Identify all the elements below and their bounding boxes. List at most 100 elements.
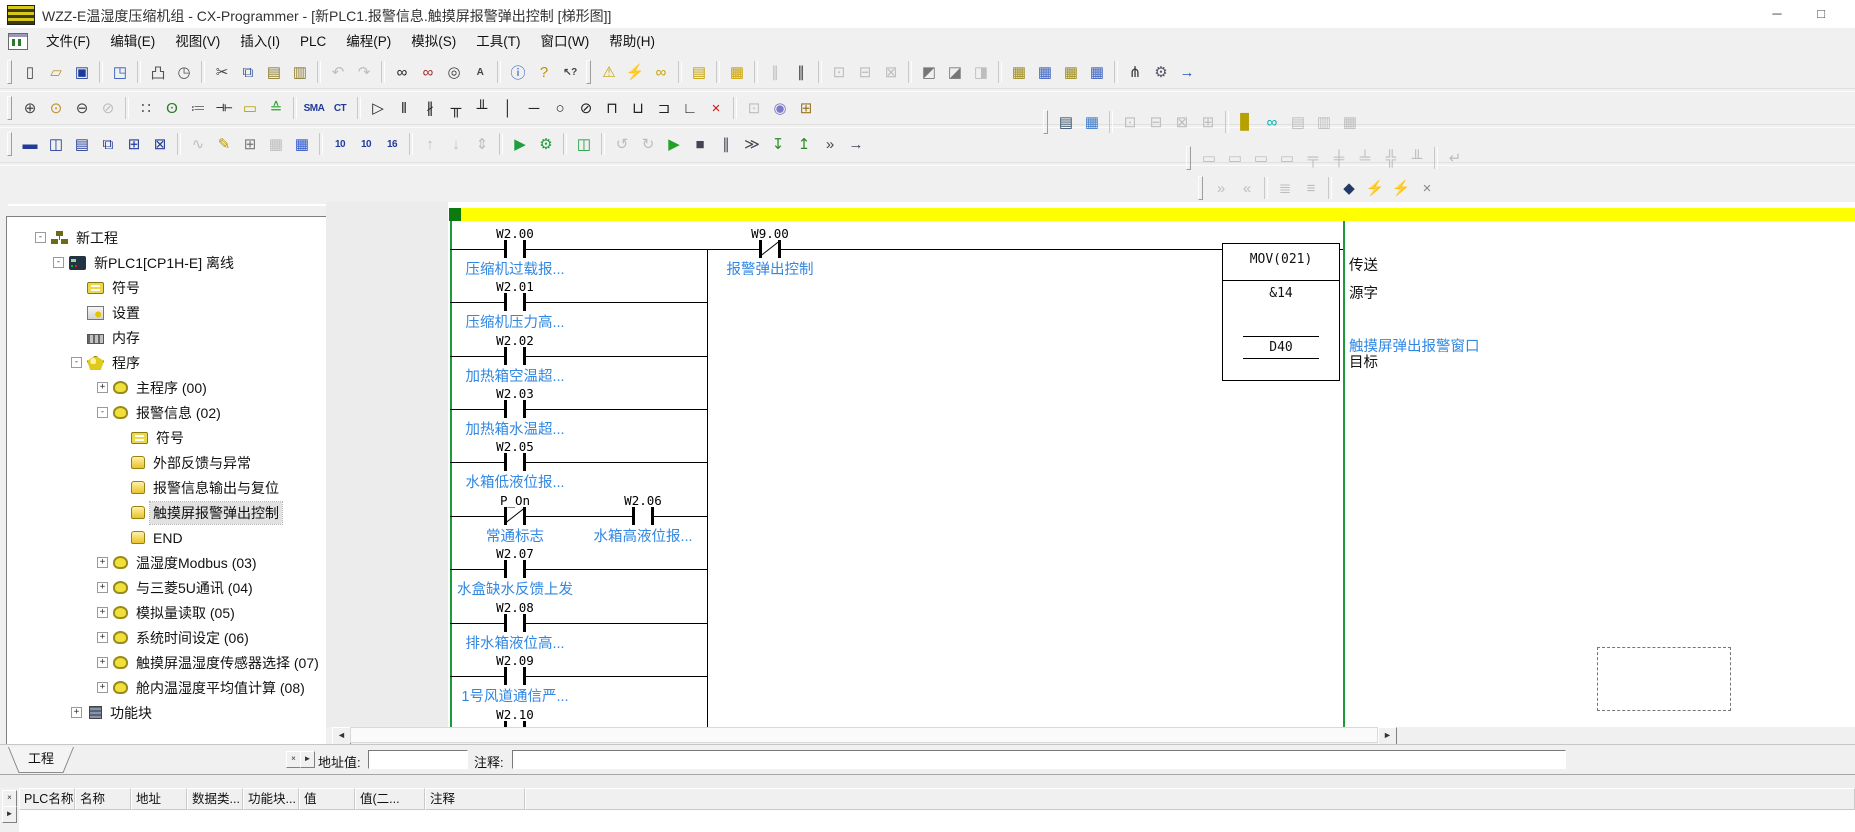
tree-item-7[interactable]: -报警信息 (02) [7, 400, 331, 425]
signed-decimal-view-icon[interactable]: 10 [353, 130, 379, 158]
tree-expand-toggle[interactable]: + [97, 682, 108, 693]
tree-item-19[interactable]: +功能块 [7, 700, 331, 725]
zoom-out-icon[interactable]: ⊖ [69, 94, 95, 122]
tree-item-12[interactable]: END [7, 525, 331, 550]
watch-column-4[interactable]: 功能块... [243, 788, 299, 810]
window-gray-icon[interactable]: ▦ [263, 130, 289, 158]
tree-expand-toggle[interactable]: - [71, 357, 82, 368]
simulator-online-icon[interactable]: ▶ [507, 130, 533, 158]
copy-icon[interactable]: ⧉ [235, 58, 261, 86]
info-icon[interactable]: ⓘ [505, 58, 531, 86]
keyboard-map-icon[interactable]: ▤ [1053, 108, 1079, 136]
mnemonic-view-icon[interactable]: SMA [301, 94, 327, 122]
watch-column-7[interactable]: 注释 [425, 788, 525, 810]
scroll-right-icon[interactable]: ► [1378, 727, 1397, 745]
differ-cancel-icon[interactable]: ⊟ [1143, 108, 1169, 136]
program-check-icon[interactable]: ◳ [107, 58, 133, 86]
close-window-icon[interactable]: ⊠ [147, 130, 173, 158]
tree-expand-toggle[interactable]: - [53, 257, 64, 268]
menu-view[interactable]: 视图(V) [165, 28, 230, 55]
wrap-rung-icon[interactable]: ▭ [237, 94, 263, 122]
online-edit-1-icon[interactable]: ▭ [1196, 144, 1222, 172]
contact-W2.07[interactable] [504, 560, 526, 578]
contact-W2.03[interactable] [504, 400, 526, 418]
tree-item-11[interactable]: 触摸屏报警弹出控制 [7, 500, 331, 525]
menu-tools[interactable]: 工具(T) [466, 28, 530, 55]
watch-column-6[interactable]: 值(二... [355, 788, 425, 810]
contact-or-no-tool-icon[interactable]: ╥ [443, 94, 469, 122]
corner-tool-icon[interactable]: ∟ [677, 94, 703, 122]
online-users-2-icon[interactable]: ◪ [942, 58, 968, 86]
tree-expand-toggle[interactable]: - [97, 407, 108, 418]
pause-icon[interactable]: ∥ [788, 58, 814, 86]
sim-step-icon[interactable]: ≫ [739, 130, 765, 158]
ladder-blocks-icon[interactable]: ▊ [1233, 108, 1259, 136]
tree-item-2[interactable]: 符号 [7, 275, 331, 300]
ladder-canvas[interactable]: W2.00压缩机过载报...W2.01压缩机压力高...W2.02加热箱空温超.… [448, 202, 1855, 727]
tree-expand-toggle[interactable]: + [97, 382, 108, 393]
tree-item-13[interactable]: +温湿度Modbus (03) [7, 550, 331, 575]
instruction-2-tool-icon[interactable]: ⊔ [625, 94, 651, 122]
watch-goggles-icon[interactable]: ∞ [1259, 108, 1285, 136]
decimal-view-icon[interactable]: 10 [327, 130, 353, 158]
print-icon[interactable]: 凸 [145, 58, 171, 86]
contact-W2.06[interactable] [632, 507, 654, 525]
cut-icon[interactable]: ✂ [209, 58, 235, 86]
contact-W2.05[interactable] [504, 453, 526, 471]
install-disc-icon[interactable]: ◉ [767, 94, 793, 122]
zoom-fit-icon[interactable]: ⊘ [95, 94, 121, 122]
sim-fast-forward-icon[interactable]: » [817, 130, 843, 158]
online-edit-3-icon[interactable]: ▭ [1248, 144, 1274, 172]
select-tool-icon[interactable]: ▷ [365, 94, 391, 122]
minimize-button[interactable]: ─ [1755, 0, 1799, 28]
scan-once-icon[interactable]: ↺ [609, 130, 635, 158]
online-users-1-icon[interactable]: ◩ [916, 58, 942, 86]
menu-simulation[interactable]: 模拟(S) [401, 28, 466, 55]
transfer-page-icon[interactable]: ⊡ [741, 94, 767, 122]
zoom-select-icon[interactable]: ⊙ [43, 94, 69, 122]
instruction-3-tool-icon[interactable]: ⊐ [651, 94, 677, 122]
tree-item-17[interactable]: +触摸屏温湿度传感器选择 (07) [7, 650, 331, 675]
symbol-browser-icon[interactable]: ʘ [159, 94, 185, 122]
sim-pause-icon[interactable]: ∥ [713, 130, 739, 158]
zoom-in-icon[interactable]: ⊕ [17, 94, 43, 122]
ct-view-icon[interactable]: CT [327, 94, 353, 122]
find-text-icon[interactable]: A [467, 58, 493, 86]
shift-up-icon[interactable]: ↑ [417, 130, 443, 158]
menu-program[interactable]: 编程(P) [336, 28, 401, 55]
monitor-warning-icon[interactable]: ▦ [724, 58, 750, 86]
addressbar-close-icon[interactable]: × [286, 751, 301, 768]
monitor-1-icon[interactable]: ▤ [1285, 108, 1311, 136]
find-warning-icon[interactable]: ∞ [648, 58, 674, 86]
print-preview-icon[interactable]: ◷ [171, 58, 197, 86]
open-project-icon[interactable]: ▱ [43, 58, 69, 86]
grid-toggle-icon[interactable]: ∷ [133, 94, 159, 122]
tree-item-0[interactable]: -新工程 [7, 225, 331, 250]
list-items-icon[interactable]: ≡ [1298, 174, 1324, 202]
watch-column-0[interactable]: PLC名称 [19, 788, 75, 810]
shift-down-icon[interactable]: ↓ [443, 130, 469, 158]
scatter-view-icon[interactable]: ∿ [185, 130, 211, 158]
page-transfer-2-icon[interactable]: ⊟ [852, 58, 878, 86]
cross-reference-icon[interactable]: ▦ [1006, 58, 1032, 86]
rung-annotation-icon[interactable]: ✎ [211, 130, 237, 158]
contact-W2.02[interactable] [504, 347, 526, 365]
address-value-input[interactable] [368, 750, 468, 769]
contact-no-tool-icon[interactable]: ǁ [391, 94, 417, 122]
align-middle-icon[interactable]: ╪ [1326, 144, 1352, 172]
jump-icon[interactable]: → [1174, 58, 1200, 86]
fb-cancel-icon[interactable]: × [1414, 174, 1440, 202]
online-users-3-icon[interactable]: ◨ [968, 58, 994, 86]
undo-icon[interactable]: ↶ [325, 58, 351, 86]
watch-column-1[interactable]: 名称 [75, 788, 131, 810]
context-help-icon[interactable]: ↖? [557, 58, 583, 86]
tree-item-1[interactable]: -新PLC1[CP1H-E] 离线 [7, 250, 331, 275]
help-icon[interactable]: ? [531, 58, 557, 86]
tree-expand-toggle[interactable]: + [97, 557, 108, 568]
menu-window[interactable]: 窗口(W) [531, 28, 600, 55]
delete-tool-icon[interactable]: × [703, 94, 729, 122]
tree-expand-toggle[interactable]: + [97, 582, 108, 593]
views-window-icon[interactable]: ▬ [17, 130, 43, 158]
menu-file[interactable]: 文件(F) [36, 28, 100, 55]
instruction-block[interactable]: MOV(021)&14D40 [1222, 243, 1340, 381]
